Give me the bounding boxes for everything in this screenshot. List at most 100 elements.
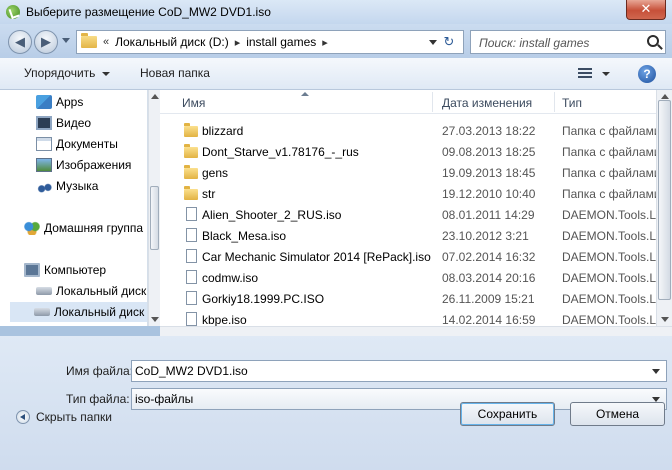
cancel-button[interactable]: Отмена xyxy=(570,402,665,426)
file-row[interactable]: Black_Mesa.iso 23.10.2012 3:21 DAEMON.Tool… xyxy=(160,225,656,246)
save-button[interactable]: Сохранить xyxy=(460,402,555,426)
file-name: codmw.iso xyxy=(202,271,259,285)
file-row[interactable]: Dont_Starve_v1.78176_-_rus 09.08.2013 18:… xyxy=(160,141,656,162)
file-icon xyxy=(186,291,197,305)
nav-item-apps[interactable]: Apps xyxy=(36,92,83,112)
column-name[interactable]: Имя xyxy=(182,96,205,110)
nav-item-music[interactable]: Музыка xyxy=(36,176,98,196)
file-name: str xyxy=(202,187,216,201)
nav-item-label: Apps xyxy=(56,95,84,109)
video-icon xyxy=(36,116,52,130)
nav-item-local-disk-selected[interactable]: Локальный диск xyxy=(10,302,147,322)
save-options-panel: Имя файла: CoD_MW2 DVD1.iso Тип файла: i… xyxy=(0,336,672,470)
search-icon[interactable] xyxy=(647,35,659,47)
file-date: 26.11.2009 15:21 xyxy=(442,292,535,306)
file-type: Папка с файлами xyxy=(562,187,656,201)
file-type: Папка с файлами xyxy=(562,124,656,138)
nav-item-images[interactable]: Изображения xyxy=(36,155,131,175)
address-dropdown-icon[interactable] xyxy=(429,40,437,45)
back-button[interactable]: ◀ xyxy=(8,30,32,54)
file-name: gens xyxy=(202,166,229,180)
file-row[interactable]: gens 19.09.2013 18:45 Папка с файлами xyxy=(160,162,656,183)
nav-item-label: Видео xyxy=(56,116,92,130)
file-type: DAEMON.Tools.L xyxy=(562,208,656,222)
nav-item-documents[interactable]: Документы xyxy=(36,134,118,154)
breadcrumb-folder[interactable]: install games xyxy=(246,35,316,49)
scrollbar-thumb[interactable] xyxy=(658,100,671,300)
folder-icon xyxy=(184,123,198,137)
file-type: DAEMON.Tools.L xyxy=(562,292,656,306)
file-date: 23.10.2012 3:21 xyxy=(442,229,529,243)
horizontal-scrollbar[interactable] xyxy=(160,326,672,336)
nav-item-label: Документы xyxy=(56,137,118,151)
title-bar: Выберите размещение CoD_MW2 DVD1.iso ✕ xyxy=(0,0,672,24)
new-folder-button[interactable]: Новая папка xyxy=(140,66,210,80)
column-divider[interactable] xyxy=(432,92,433,112)
file-type: DAEMON.Tools.L xyxy=(562,250,656,264)
file-row[interactable]: blizzard 27.03.2013 18:22 Папка с файлами xyxy=(160,120,656,141)
command-bar: Упорядочить Новая папка ? xyxy=(0,58,672,90)
search-input[interactable]: Поиск: install games xyxy=(470,30,666,54)
chevron-down-icon[interactable] xyxy=(602,72,610,76)
help-icon[interactable]: ? xyxy=(638,65,656,83)
chevron-down-icon[interactable] xyxy=(652,369,660,374)
file-name: Dont_Starve_v1.78176_-_rus xyxy=(202,145,359,159)
scroll-up-icon[interactable] xyxy=(151,94,159,99)
file-date: 08.03.2014 20:16 xyxy=(442,271,536,285)
nav-item-video[interactable]: Видео xyxy=(36,113,91,133)
file-row[interactable]: Alien_Shooter_2_RUS.iso 08.01.2011 14:29 D… xyxy=(160,204,656,225)
file-row[interactable]: Gorkiy18.1999.PC.ISO 26.11.2009 15:21 DAEM… xyxy=(160,288,656,309)
scroll-up-icon[interactable] xyxy=(661,94,669,99)
scroll-down-icon[interactable] xyxy=(151,317,159,322)
computer-icon xyxy=(24,263,40,277)
recent-pages-dropdown-icon[interactable] xyxy=(62,38,70,43)
file-type: DAEMON.Tools.L xyxy=(562,313,656,326)
music-icon xyxy=(36,179,52,193)
nav-item-label: Компьютер xyxy=(44,263,107,277)
file-date: 14.02.2014 16:59 xyxy=(442,313,536,326)
address-bar[interactable]: « Локальный диск (D:) ▸ install games ▸ … xyxy=(76,30,464,54)
organize-button[interactable]: Упорядочить xyxy=(24,66,95,80)
column-divider[interactable] xyxy=(554,92,555,112)
nav-item-local-disk[interactable]: Локальный диск xyxy=(36,281,146,301)
file-icon xyxy=(186,270,197,284)
file-date: 08.01.2011 14:29 xyxy=(442,208,535,222)
app-icon xyxy=(6,5,20,19)
breadcrumb-separator[interactable]: ▸ xyxy=(235,36,241,49)
file-row[interactable]: kbpe.iso 14.02.2014 16:59 DAEMON.Tools.L xyxy=(160,309,656,326)
filename-value[interactable]: CoD_MW2 DVD1.iso xyxy=(135,364,248,378)
filetype-label: Тип файла: xyxy=(66,392,130,406)
file-name: Car Mechanic Simulator 2014 [RePack].iso xyxy=(202,250,431,264)
file-list-scrollbar[interactable] xyxy=(656,90,672,326)
refresh-icon[interactable]: ↻ xyxy=(441,34,457,50)
nav-item-homegroup[interactable]: Домашняя группа xyxy=(24,218,143,238)
view-options-icon[interactable] xyxy=(578,68,592,80)
nav-pane-scrollbar[interactable] xyxy=(148,90,160,326)
hide-folders-label: Скрыть папки xyxy=(36,410,112,424)
close-button[interactable]: ✕ xyxy=(626,0,666,20)
file-name: Alien_Shooter_2_RUS.iso xyxy=(202,208,342,222)
nav-item-computer[interactable]: Компьютер xyxy=(24,260,106,280)
file-type: Папка с файлами xyxy=(562,145,656,159)
breadcrumb-overflow[interactable]: « xyxy=(103,36,109,48)
file-row[interactable]: codmw.iso 08.03.2014 20:16 DAEMON.Tools.L xyxy=(160,267,656,288)
column-date[interactable]: Дата изменения xyxy=(442,96,532,110)
scrollbar-thumb[interactable] xyxy=(150,186,159,250)
scroll-down-icon[interactable] xyxy=(661,317,669,322)
forward-button[interactable]: ▶ xyxy=(34,30,58,54)
breadcrumb-separator[interactable]: ▸ xyxy=(322,36,328,49)
breadcrumb-drive[interactable]: Локальный диск (D:) xyxy=(115,35,229,49)
filename-field[interactable]: CoD_MW2 DVD1.iso xyxy=(131,360,667,382)
file-type: DAEMON.Tools.L xyxy=(562,229,656,243)
column-header: Имя Дата изменения Тип xyxy=(160,90,656,114)
window-title: Выберите размещение CoD_MW2 DVD1.iso xyxy=(26,5,271,19)
nav-item-label: Локальный диск xyxy=(54,305,145,319)
hide-folders-button[interactable]: Скрыть папки xyxy=(16,410,112,424)
file-date: 07.02.2014 16:32 xyxy=(442,250,536,264)
file-row[interactable]: Car Mechanic Simulator 2014 [RePack].iso… xyxy=(160,246,656,267)
chevron-down-icon[interactable] xyxy=(102,72,110,76)
filetype-value[interactable]: iso-файлы xyxy=(135,392,193,406)
column-type[interactable]: Тип xyxy=(562,96,582,110)
nav-item-label: Музыка xyxy=(56,179,99,193)
file-row[interactable]: str 19.12.2010 10:40 Папка с файлами xyxy=(160,183,656,204)
